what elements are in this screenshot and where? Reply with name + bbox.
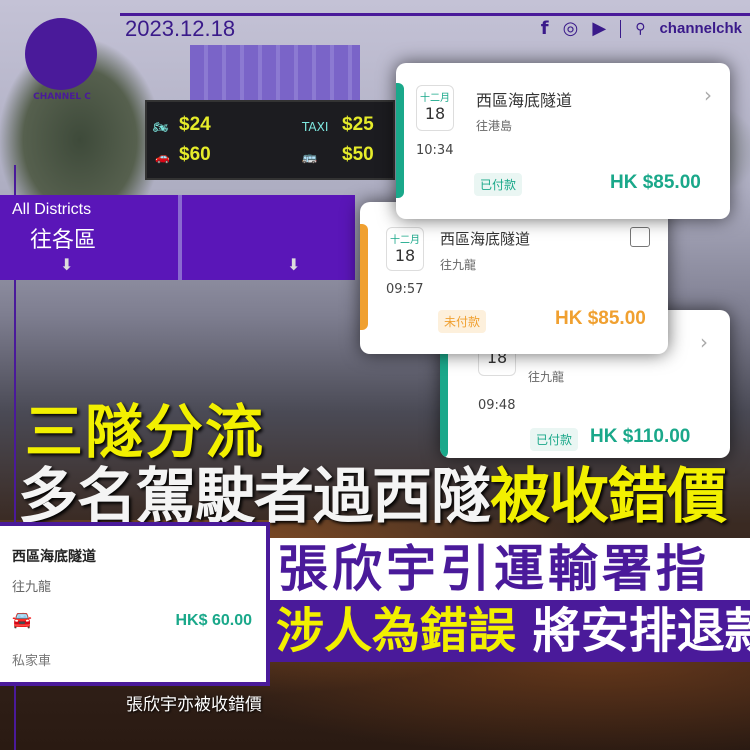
tunnel-name: 西區海底隧道 (12, 549, 96, 565)
status-badge: 未付款 (438, 310, 487, 333)
status-accent-bar (360, 224, 368, 330)
date-box: 十二月 18 (416, 85, 454, 131)
channel-c-logo (25, 18, 97, 90)
date-box: 十二月 18 (386, 227, 424, 271)
price: HK$ 60.00 (175, 612, 253, 629)
subheadline-line2: 涉人為錯誤 將安排退款 (270, 600, 750, 662)
toll-record-card[interactable]: 十二月 18 西區海底隧道 往九龍 09:57 未付款 HK $85.00 (360, 202, 668, 354)
destination: 往九龍 (528, 370, 565, 384)
chevron-right-icon[interactable]: › (704, 83, 712, 107)
sign-english: All Districts (12, 201, 92, 218)
car-icon: 🚘 (12, 610, 32, 629)
motorcycle-icon: 🏍 (153, 120, 169, 134)
subheadline-line1: 張欣宇引運輸署指 (270, 538, 750, 600)
social-bar: f ◎ ▶ ⚲ channelchk (541, 18, 742, 39)
toll-private-car: $60 (179, 144, 211, 165)
destination: 往九龍 (440, 258, 477, 272)
tunnel-name: 西區海底隧道 (440, 230, 531, 248)
headline-yellow: 被收錯價 (490, 462, 727, 532)
publish-date: 2023.12.18 (125, 16, 236, 41)
destination: 往港島 (476, 119, 513, 133)
price: HK $85.00 (610, 172, 701, 193)
arrow-down-icon: ⬇ (60, 255, 74, 274)
toll-record-card[interactable]: 十二月 18 西區海底隧道 往港島 10:34 已付款 HK $85.00 › (396, 63, 730, 219)
destination: 往九龍 (12, 580, 52, 595)
subheadline-yellow: 涉人為錯誤 (276, 603, 517, 659)
price: HK $85.00 (555, 308, 646, 329)
car-icon: 🚗 (155, 150, 170, 164)
status-accent-bar (396, 83, 404, 198)
select-checkbox[interactable] (630, 227, 650, 247)
social-handle[interactable]: channelchk (659, 20, 742, 37)
price: HK $110.00 (590, 426, 691, 447)
instagram-icon[interactable]: ◎ (563, 18, 579, 39)
subheadline-white: 將安排退款 (532, 603, 750, 659)
status-badge: 已付款 (474, 173, 523, 196)
toll-motorcycle: $24 (179, 114, 211, 135)
time: 09:48 (478, 398, 516, 413)
sign-chinese: 往各區 (30, 228, 97, 253)
vehicle-type: 私家車 (12, 654, 52, 669)
bus-truck-icon: 🚌 (302, 150, 317, 164)
logo-text: CHANNEL C (33, 92, 91, 102)
taxi-icon: TAXI (302, 120, 329, 134)
youtube-icon[interactable]: ▶ (592, 18, 606, 39)
search-icon: ⚲ (635, 20, 646, 37)
time: 10:34 (416, 143, 454, 158)
arrow-down-icon: ⬇ (287, 255, 301, 274)
road-sign: All Districts 往各區 ⬇ ⬇ (0, 195, 355, 280)
toll-display-board: 🏍 $24 TAXI $25 🚗 $60 🚌 $50 (145, 100, 395, 180)
chevron-right-icon[interactable]: › (700, 330, 708, 354)
facebook-icon[interactable]: f (541, 18, 549, 39)
sign-divider (178, 195, 182, 280)
personal-toll-card: 西區海底隧道 往九龍 🚘 HK$ 60.00 私家車 (0, 522, 270, 686)
photo-caption: 張欣宇亦被收錯價 (126, 695, 262, 715)
toll-taxi: $25 (342, 114, 374, 135)
divider (620, 19, 622, 38)
toll-bus-truck: $50 (342, 144, 374, 165)
tunnel-name: 西區海底隧道 (476, 91, 573, 110)
time: 09:57 (386, 282, 424, 297)
